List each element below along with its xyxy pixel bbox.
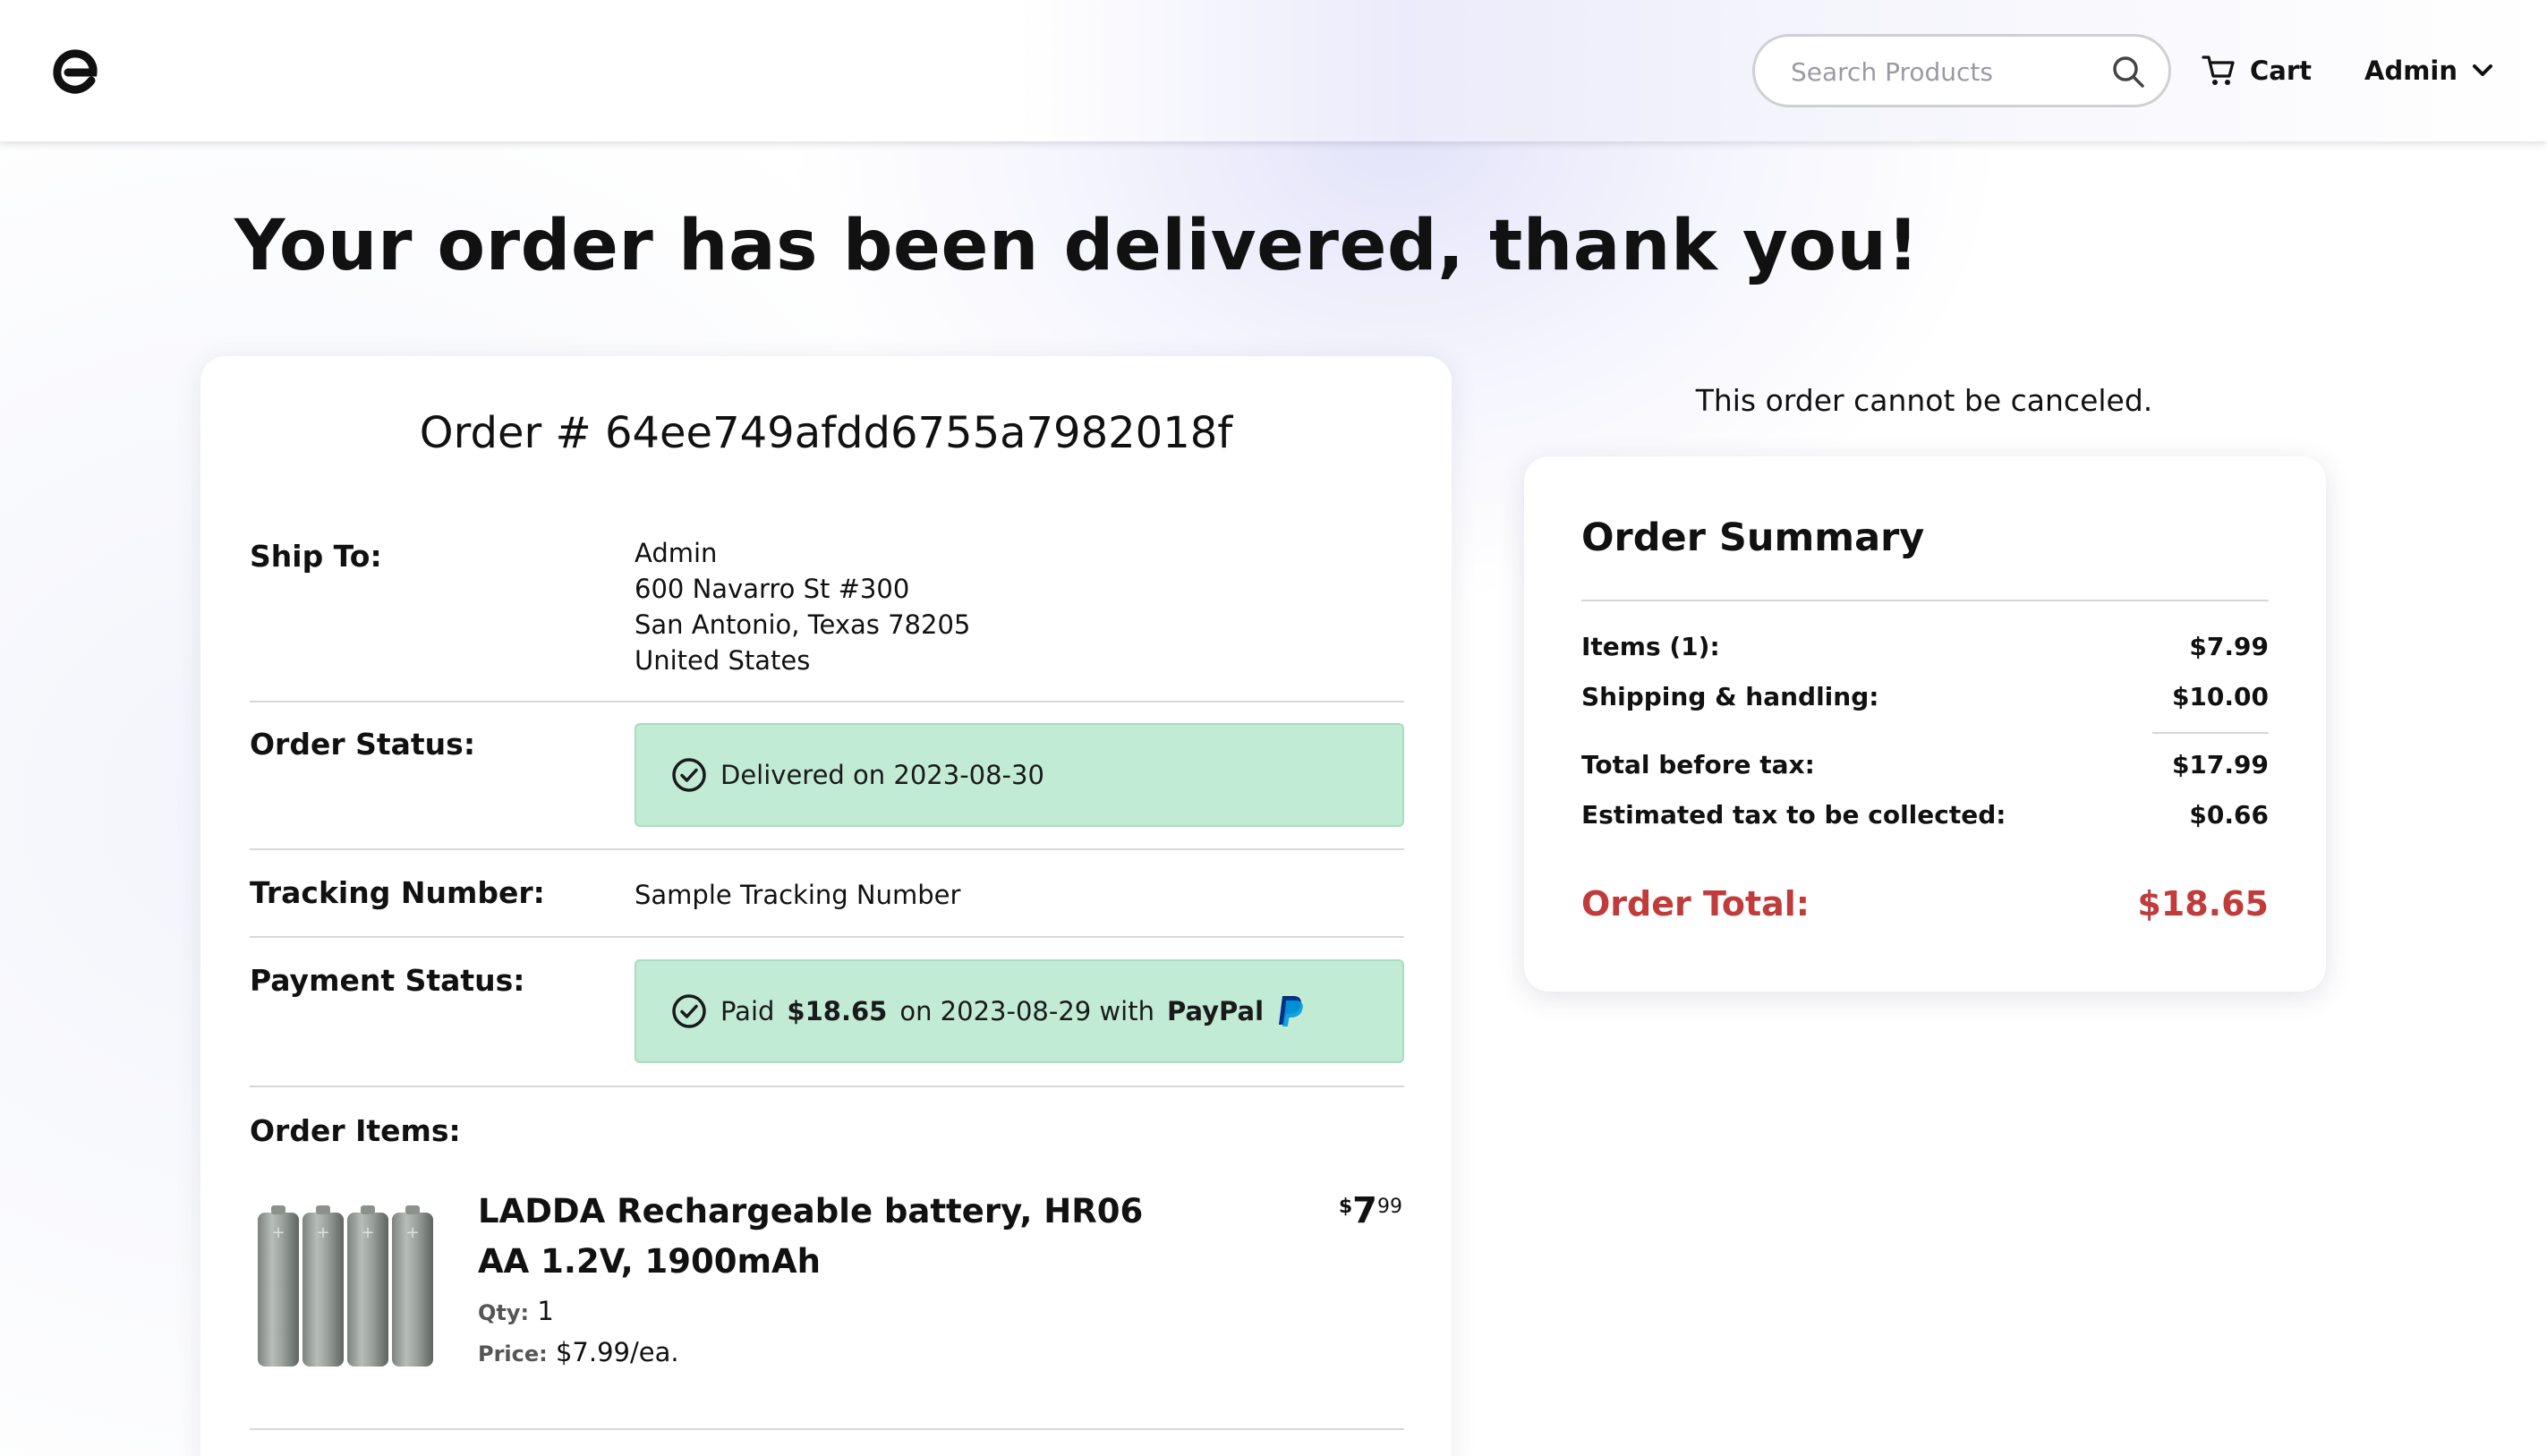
divider [250,936,1404,938]
order-total-value: $18.65 [2137,884,2269,924]
svg-text:+: + [405,1223,419,1242]
paypal-icon [1279,996,1303,1026]
summary-label: Estimated tax to be collected: [1581,800,2006,830]
page-title: Your order has been delivered, thank you… [234,206,1920,286]
summary-value: $10.00 [2171,682,2269,711]
order-status-text: Delivered on 2023-08-30 [720,760,1044,790]
divider [250,1428,1404,1430]
order-items-label: Order Items: [250,1113,461,1148]
search-icon[interactable] [2111,55,2145,89]
item-price: $ 7 99 [1339,1190,1402,1231]
order-total-label: Order Total: [1581,884,1810,924]
order-details-card: Order # 64ee749afdd6755a7982018f Ship To… [200,356,1452,1456]
payment-amount: $18.65 [787,996,888,1026]
unit-price-label: Price: [478,1341,548,1367]
summary-value: $17.99 [2171,750,2269,779]
summary-label: Shipping & handling: [1581,682,1879,711]
summary-label: Items (1): [1581,632,1720,661]
item-name[interactable]: LADDA Rechargeable battery, HR06 AA 1.2V… [478,1187,1158,1287]
price-cents: 99 [1377,1196,1402,1218]
divider [2152,732,2269,734]
divider [250,701,1404,702]
item-unit-price: Price: $7.99/ea. [478,1337,679,1367]
user-menu[interactable]: Admin [2364,50,2495,91]
check-circle-icon [672,994,706,1028]
chevron-down-icon [2473,64,2493,76]
price-symbol: $ [1338,1196,1353,1218]
divider [250,1086,1404,1087]
cart-icon [2202,55,2235,85]
top-navbar: Cart Admin [0,0,2547,141]
summary-row-subtotal: Total before tax: $17.99 [1581,750,2269,779]
payment-date-text: on 2023-08-29 with [899,996,1154,1026]
order-total: Order Total: $18.65 [1581,884,2269,924]
payment-status-label: Payment Status: [250,963,525,998]
divider [250,848,1404,850]
cart-button[interactable]: Cart [2202,50,2312,91]
unit-price-value: $7.99/ea. [555,1337,679,1367]
summary-row-shipping: Shipping & handling: $10.00 [1581,682,2269,711]
ship-to-country: United States [635,645,811,676]
summary-value: $7.99 [2189,632,2269,661]
order-status-label: Order Status: [250,727,476,762]
order-status-badge: Delivered on 2023-08-30 [635,723,1404,827]
ship-to-address: Admin 600 Navarro St #300 San Antonio, T… [635,535,970,678]
divider [1581,600,2269,601]
ship-to-city: San Antonio, Texas 78205 [635,609,971,640]
ship-to-name: Admin [635,538,718,568]
ship-to-label: Ship To: [250,539,382,574]
tracking-number-label: Tracking Number: [250,875,545,910]
cart-label: Cart [2250,55,2313,86]
item-quantity: Qty: 1 [478,1296,554,1326]
brand-logo-icon[interactable] [52,47,100,95]
summary-value: $0.66 [2189,800,2269,830]
payment-prefix: Paid [720,996,775,1026]
cancel-note: This order cannot be canceled. [1695,383,2153,418]
ship-to-street: 600 Navarro St #300 [635,574,910,604]
order-number: Order # 64ee749afdd6755a7982018f [419,408,1233,458]
product-image[interactable]: + + + + [252,1202,442,1372]
summary-row-items: Items (1): $7.99 [1581,632,2269,661]
svg-text:+: + [316,1223,329,1242]
price-whole: 7 [1352,1190,1377,1231]
order-summary-card: Order Summary Items (1): $7.99 Shipping … [1524,456,2326,992]
order-summary-title: Order Summary [1581,515,1925,560]
summary-label: Total before tax: [1581,750,1815,779]
payment-method: PayPal [1166,996,1265,1026]
tracking-number-value: Sample Tracking Number [635,880,961,910]
svg-text:+: + [271,1223,285,1242]
summary-row-tax: Estimated tax to be collected: $0.66 [1581,800,2269,830]
user-menu-label: Admin [2364,55,2458,86]
svg-text:+: + [361,1223,374,1242]
check-circle-icon [672,758,706,792]
qty-label: Qty: [478,1300,530,1325]
qty-value: 1 [537,1296,554,1326]
search-input[interactable] [1791,53,2113,90]
search-bar [1752,34,2171,107]
payment-status-badge: Paid $18.65 on 2023-08-29 with PayPal [635,959,1404,1063]
